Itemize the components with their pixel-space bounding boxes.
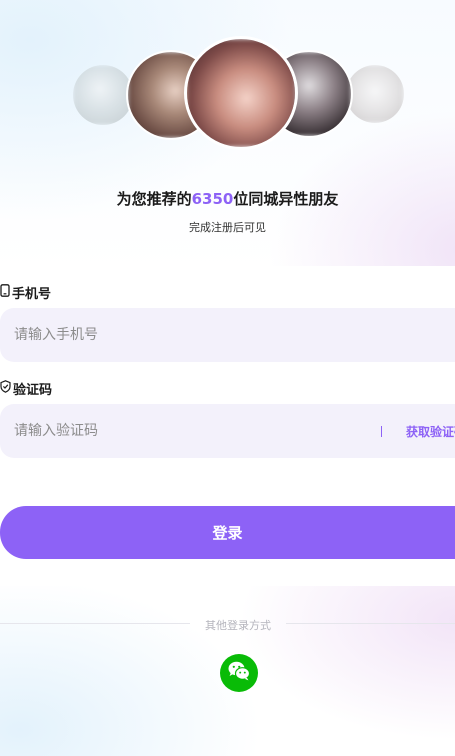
phone-input[interactable] [12,326,356,344]
divider-right [286,623,455,624]
phone-icon [0,284,12,301]
avatar-1 [73,65,133,125]
wechat-login-button[interactable] [220,654,258,692]
recommend-headline: 为您推荐的6350位同城异性朋友 [0,188,455,209]
phone-field-label: 手机号 [0,283,51,302]
code-field-label: 验证码 [0,379,52,398]
phone-input-box[interactable] [0,308,455,362]
recommend-count: 6350 [191,190,234,208]
get-code-button[interactable]: 获取验证码 [406,423,455,440]
login-button[interactable]: 登录 [0,506,455,559]
avatar-3 [184,36,298,150]
avatar-5 [346,65,404,123]
code-divider [381,426,382,437]
headline-prefix: 为您推荐的 [116,190,192,208]
phone-label-text: 手机号 [12,287,52,302]
code-input-box[interactable]: 获取验证码 [0,404,455,458]
recommend-subline: 完成注册后可见 [189,221,266,234]
other-login-label: 其他登录方式 [205,619,271,632]
wechat-icon [227,660,251,686]
code-label-text: 验证码 [13,383,53,398]
headline-suffix: 位同城异性朋友 [233,190,339,208]
code-input[interactable] [12,422,356,440]
shield-check-icon [0,380,13,397]
